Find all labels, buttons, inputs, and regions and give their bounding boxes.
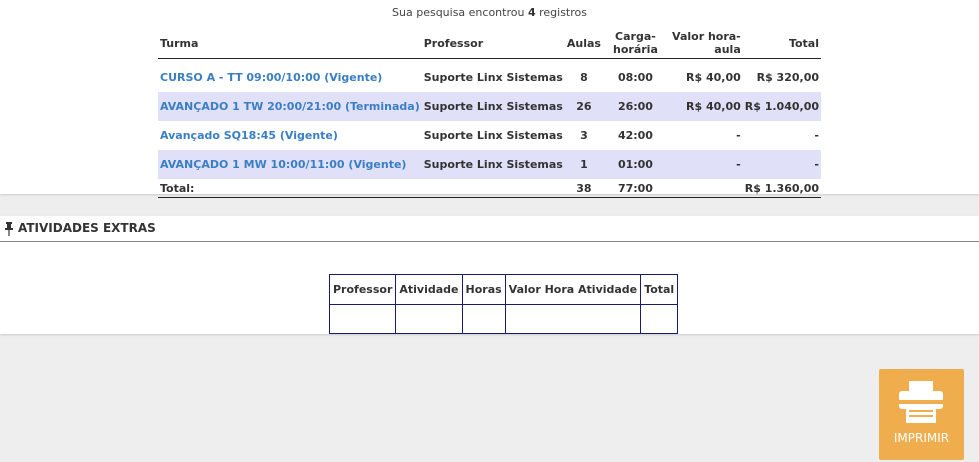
results-count: 4 [527,6,536,19]
turma-link[interactable]: AVANÇADO 1 MW 10:00/11:00 (Vigente) [158,150,422,179]
total-cell: R$ 320,00 [756,71,819,84]
extras-header: ATIVIDADES EXTRAS [0,216,979,242]
table-row: CURSO A - TT 09:00/10:00 (Vigente) Supor… [158,59,821,93]
col-atividade: Atividade [395,274,463,305]
extras-empty-row [328,304,679,334]
totals-aulas: 38 [564,179,603,198]
professor-cell: Suporte Linx Sistemas [423,129,563,142]
col-total: Total [640,274,679,305]
turma-link[interactable]: AVANÇADO 1 TW 20:00/21:00 (Terminada) [158,92,422,121]
total-cell: - [814,129,819,142]
col-turma[interactable]: Turma [158,28,422,59]
extras-panel: ATIVIDADES EXTRAS Professor Atividade Ho… [0,216,979,334]
printer-icon [897,381,945,423]
totals-carga: 77:00 [602,179,668,198]
valor-cell: - [667,150,743,179]
turma-link[interactable]: CURSO A - TT 09:00/10:00 (Vigente) [158,59,422,93]
col-carga-horaria[interactable]: Carga-horária [602,28,668,59]
results-panel: Sua pesquisa encontrou 4 registros Turma… [0,0,979,198]
print-label: IMPRIMIR [893,431,950,445]
total-cell: - [742,150,821,179]
carga-cell: 26:00 [602,92,668,121]
table-row: AVANÇADO 1 TW 20:00/21:00 (Terminada) Su… [158,92,821,121]
print-button[interactable]: IMPRIMIR [879,369,964,460]
table-header-row: Turma Professor Aulas Carga-horária Valo… [158,28,821,59]
col-valor-hora-atividade: Valor Hora Atividade [504,274,642,305]
valor-cell: R$ 40,00 [686,71,741,84]
carga-cell: 01:00 [602,150,668,179]
col-professor[interactable]: Professor [421,28,565,59]
col-horas: Horas [461,274,506,305]
extras-table: Professor Atividade Horas Valor Hora Ati… [328,274,679,334]
totals-label: Total: [158,179,422,198]
professor-cell: Suporte Linx Sistemas [423,71,563,84]
professor-cell: Suporte Linx Sistemas [421,92,565,121]
aulas-cell: 3 [580,129,588,142]
valor-cell: R$ 40,00 [667,92,743,121]
col-professor: Professor [328,274,397,305]
classes-table: Turma Professor Aulas Carga-horária Valo… [158,28,821,198]
results-summary: Sua pesquisa encontrou 4 registros [392,6,587,19]
totals-total: R$ 1.360,00 [742,179,821,198]
pin-icon [4,222,14,236]
col-valor-hora-aula[interactable]: Valor hora-aula [667,28,743,59]
col-aulas[interactable]: Aulas [564,28,603,59]
col-total[interactable]: Total [742,28,821,59]
extras-header-row: Professor Atividade Horas Valor Hora Ati… [328,274,679,305]
total-cell: R$ 1.040,00 [742,92,821,121]
valor-cell: - [736,129,741,142]
aulas-cell: 1 [564,150,603,179]
professor-cell: Suporte Linx Sistemas [421,150,565,179]
table-row: Avançado SQ18:45 (Vigente) Suporte Linx … [158,121,821,150]
turma-link[interactable]: Avançado SQ18:45 (Vigente) [158,121,422,150]
carga-cell: 42:00 [617,129,653,142]
section-title: ATIVIDADES EXTRAS [18,221,156,235]
table-row: AVANÇADO 1 MW 10:00/11:00 (Vigente) Supo… [158,150,821,179]
aulas-cell: 8 [580,71,588,84]
carga-cell: 08:00 [617,71,653,84]
totals-row: Total: 38 77:00 R$ 1.360,00 [158,179,821,198]
aulas-cell: 26 [564,92,603,121]
